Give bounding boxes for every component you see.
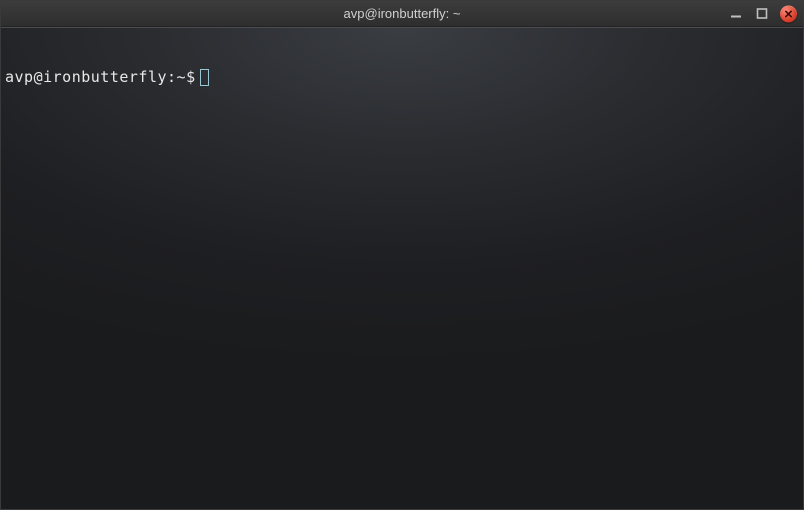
maximize-button[interactable] xyxy=(754,6,770,22)
terminal-area[interactable]: avp@ironbutterfly:~$ xyxy=(1,27,803,509)
close-icon xyxy=(784,9,793,18)
maximize-icon xyxy=(756,8,768,20)
shell-prompt: avp@ironbutterfly:~$ xyxy=(5,68,196,86)
window-controls xyxy=(728,5,797,22)
terminal-window: avp@ironbutterfly: ~ avp@ironbutt xyxy=(0,0,804,510)
window-title: avp@ironbutterfly: ~ xyxy=(344,6,461,21)
prompt-line: avp@ironbutterfly:~$ xyxy=(5,68,799,86)
minimize-button[interactable] xyxy=(728,6,744,22)
minimize-icon xyxy=(730,8,742,20)
text-cursor xyxy=(200,69,209,86)
close-button[interactable] xyxy=(780,5,797,22)
titlebar[interactable]: avp@ironbutterfly: ~ xyxy=(1,1,803,27)
